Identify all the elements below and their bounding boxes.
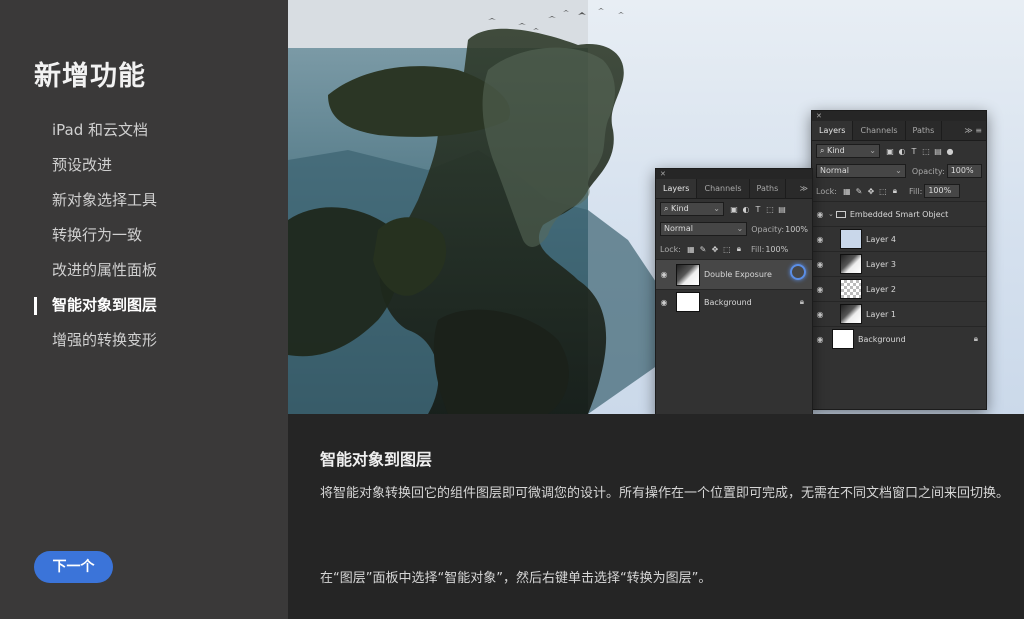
nav-item-transform-behavior[interactable]: 转换行为一致 [0, 218, 288, 253]
feature-tip: 在“图层”面板中选择“智能对象”，然后右键单击选择“转换为图层”。 [320, 571, 712, 586]
tab-layers[interactable]: Layers [656, 179, 698, 198]
folder-icon [835, 210, 846, 218]
tab-layers[interactable]: Layers [812, 121, 854, 140]
fill-field[interactable]: 100% [765, 245, 788, 254]
sidebar: 新增功能 iPad 和云文档 预设改进 新对象选择工具 转换行为一致 改进的属性… [0, 0, 288, 619]
filter-kind-select[interactable]: ⌕ Kind ⌄ [816, 144, 880, 158]
eye-icon[interactable]: ◉ [812, 260, 828, 269]
panel-menu-icon[interactable]: ≫ [800, 179, 808, 199]
feature-body: 将智能对象转换回它的组件图层即可微调您的设计。所有操作在一个位置即可完成，无需在… [320, 486, 1010, 501]
layer-row[interactable]: ◉ Background 🔒︎ [812, 326, 986, 351]
group-layer[interactable]: ◉ ⌄ Embedded Smart Object [812, 201, 986, 226]
nav-item-ipad[interactable]: iPad 和云文档 [0, 113, 288, 148]
chevron-down-icon: ⌄ [869, 146, 876, 155]
eye-icon[interactable]: ◉ [812, 335, 828, 344]
layer-row[interactable]: ◉ Layer 1 [812, 301, 986, 326]
nav-item-warp[interactable]: 增强的转换变形 [0, 323, 288, 358]
lock-transparency-icon[interactable]: ▦ [685, 245, 697, 254]
nav-item-properties-panel[interactable]: 改进的属性面板 [0, 253, 288, 288]
panel-menu-icon[interactable]: ≫ ≡ [964, 121, 982, 141]
panel-tabs: Layers Channels Paths ≫ [656, 179, 812, 199]
opacity-field[interactable]: 100% [946, 164, 982, 178]
tab-channels[interactable]: Channels [853, 121, 906, 140]
eye-icon[interactable]: ◉ [812, 285, 828, 294]
eye-icon[interactable]: ◉ [812, 310, 828, 319]
lock-position-icon[interactable]: ✥ [865, 187, 877, 196]
tab-channels[interactable]: Channels [697, 179, 750, 198]
image-filter-icon[interactable]: ▣ [884, 147, 896, 156]
layer-row-smart-object[interactable]: ◉ Double Exposure [656, 259, 812, 289]
layer-thumbnail [840, 304, 862, 324]
panel-tabs: Layers Channels Paths ≫ ≡ [812, 121, 986, 141]
filter-row: ⌕ Kind ⌄ ▣ ◐ T ⬚ ▤ ● [812, 141, 986, 161]
layer-thumbnail [676, 292, 700, 312]
eye-icon[interactable]: ◉ [656, 298, 672, 307]
artboard-icon[interactable]: ⬚ [877, 187, 889, 196]
lock-pixels-icon[interactable]: ✎ [697, 245, 709, 254]
feature-description: 智能对象到图层 将智能对象转换回它的组件图层即可微调您的设计。所有操作在一个位置… [288, 414, 1024, 619]
filter-kind-select[interactable]: ⌕ Kind ⌄ [660, 202, 724, 216]
smart-filter-icon[interactable]: ▤ [776, 205, 788, 214]
chevron-down-icon[interactable]: ⌄ [828, 210, 834, 218]
lock-icon: 🔒︎ [799, 297, 804, 306]
layer-row[interactable]: ◉ Background 🔒︎ [656, 289, 812, 314]
shape-filter-icon[interactable]: ⬚ [920, 147, 932, 156]
close-icon[interactable]: ✕ [660, 169, 666, 179]
artboard-icon[interactable]: ⬚ [721, 245, 733, 254]
filter-row: ⌕ Kind ⌄ ▣ ◐ T ⬚ ▤ [656, 199, 812, 219]
smart-filter-icon[interactable]: ▤ [932, 147, 944, 156]
blend-row: Normal ⌄ Opacity: 100% [812, 161, 986, 181]
feature-illustration: ✕ Layers Channels Paths ≫ ≡ ⌕ Kind ⌄ ▣ ◐ … [288, 0, 1024, 414]
opacity-field[interactable]: 100% [785, 225, 808, 234]
nav-item-smart-object-layers[interactable]: 智能对象到图层 [0, 288, 288, 323]
tab-paths[interactable]: Paths [906, 121, 943, 140]
layer-thumbnail [840, 279, 862, 299]
layers-panel-expanded: ✕ Layers Channels Paths ≫ ≡ ⌕ Kind ⌄ ▣ ◐ … [811, 110, 987, 410]
chevron-down-icon: ⌄ [736, 224, 744, 233]
blend-mode-select[interactable]: Normal ⌄ [816, 164, 906, 178]
blend-mode-select[interactable]: Normal ⌄ [660, 222, 748, 236]
adjustment-filter-icon[interactable]: ◐ [896, 147, 908, 156]
lock-all-icon[interactable]: 🔒︎ [889, 186, 901, 196]
layers-panel: ✕ Layers Channels Paths ≫ ⌕ Kind ⌄ ▣ ◐ T … [655, 168, 813, 414]
layer-thumbnail [840, 254, 862, 274]
lock-row: Lock: ▦ ✎ ✥ ⬚ 🔒︎ Fill: 100% [660, 244, 789, 254]
chevron-down-icon: ⌄ [895, 166, 902, 175]
lock-transparency-icon[interactable]: ▦ [841, 187, 853, 196]
layer-row[interactable]: ◉ Layer 3 [812, 251, 986, 276]
lock-icon: 🔒︎ [973, 334, 978, 343]
layer-row[interactable]: ◉ Layer 4 [812, 226, 986, 251]
eye-icon[interactable]: ◉ [812, 235, 828, 244]
lock-pixels-icon[interactable]: ✎ [853, 187, 865, 196]
close-icon[interactable]: ✕ [816, 111, 822, 121]
eye-icon[interactable]: ◉ [656, 270, 672, 279]
smart-object-thumbnail [676, 263, 700, 286]
nav-item-object-selection[interactable]: 新对象选择工具 [0, 183, 288, 218]
filter-toggle-icon[interactable]: ● [944, 147, 956, 156]
feature-nav: iPad 和云文档 预设改进 新对象选择工具 转换行为一致 改进的属性面板 智能… [0, 113, 288, 358]
lock-row: Lock: ▦ ✎ ✥ ⬚ 🔒︎ Fill: 100% [812, 181, 986, 201]
type-filter-icon[interactable]: T [752, 205, 764, 214]
adjustment-filter-icon[interactable]: ◐ [740, 205, 752, 214]
type-filter-icon[interactable]: T [908, 147, 920, 156]
layer-thumbnail [832, 329, 854, 349]
layer-thumbnail [840, 229, 862, 249]
feature-title: 智能对象到图层 [320, 450, 433, 469]
nav-item-presets[interactable]: 预设改进 [0, 148, 288, 183]
cursor-highlight-icon [790, 264, 806, 280]
layer-row[interactable]: ◉ Layer 2 [812, 276, 986, 301]
next-button[interactable]: 下一个 [34, 551, 113, 583]
lock-position-icon[interactable]: ✥ [709, 245, 721, 254]
eye-icon[interactable]: ◉ [812, 210, 828, 219]
image-filter-icon[interactable]: ▣ [728, 205, 740, 214]
blend-row: Normal ⌄ Opacity: 100% [656, 219, 812, 239]
tab-paths[interactable]: Paths [750, 179, 787, 198]
fill-field[interactable]: 100% [924, 184, 961, 198]
chevron-down-icon: ⌄ [713, 204, 720, 213]
sidebar-title: 新增功能 [34, 61, 146, 92]
lock-all-icon[interactable]: 🔒︎ [733, 244, 745, 254]
shape-filter-icon[interactable]: ⬚ [764, 205, 776, 214]
